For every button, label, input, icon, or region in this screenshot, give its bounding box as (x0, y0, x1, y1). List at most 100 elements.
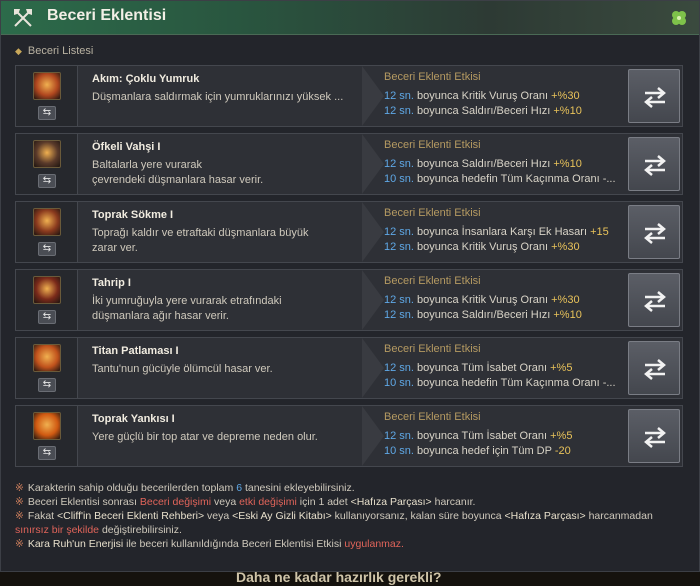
fist-flurry-icon (33, 72, 61, 100)
skill-description: Toprağı kaldır ve etraftaki düşmanlara b… (92, 227, 309, 254)
skill-icon-slot[interactable]: ⇆ (16, 338, 78, 398)
effect-duration: 12 sn. (384, 241, 414, 253)
skill-icon-slot[interactable]: ⇆ (16, 202, 78, 262)
skill-row[interactable]: ⇆ Toprak Sökme I Toprağı kaldır ve etrafta… (15, 201, 683, 263)
effect-text: boyunca Kritik Vuruş Oranı (413, 241, 552, 253)
effect-value: +15 (590, 226, 609, 238)
skill-description: İki yumruğuyla yere vurarak etrafındaki … (92, 295, 282, 322)
skill-name: Toprak Sökme I (92, 209, 174, 221)
note-segment: uygulanmaz. (344, 538, 404, 550)
effect-text: boyunca hedefin Tüm Kaçınma Oranı -... (413, 173, 616, 185)
swap-small-icon[interactable]: ⇆ (38, 446, 56, 460)
swap-skill-button[interactable] (628, 69, 680, 123)
skill-name: Akım: Çoklu Yumruk (92, 73, 200, 85)
skill-row[interactable]: ⇆ Titan Patlaması I Tantu'nun gücüyle ölüm… (15, 337, 683, 399)
chevron-right-icon (362, 406, 384, 466)
swap-arrows-icon (644, 223, 666, 244)
effect-header: Beceri Eklenti Etkisi (384, 207, 481, 219)
background-dialogue-text: Daha ne kadar hazırlık gerekli? (236, 572, 442, 585)
effect-line: 12 sn. boyunca Saldırı/Beceri Hızı +%10 (384, 105, 582, 117)
effect-duration: 12 sn. (384, 309, 414, 321)
effect-line: 12 sn. boyunca Tüm İsabet Oranı +%5 (384, 362, 572, 374)
note-segment: <Hafıza Parçası> (504, 510, 586, 522)
effect-line: 12 sn. boyunca Kritik Vuruş Oranı +%30 (384, 241, 580, 253)
skill-name: Öfkeli Vahşi I (92, 141, 161, 153)
note-segment: Fakat (27, 510, 57, 522)
earth-rip-icon (33, 208, 61, 236)
effect-value: +%10 (553, 309, 582, 321)
effect-line: 12 sn. boyunca İnsanlara Karşı Ek Hasarı… (384, 226, 609, 238)
skill-icon-slot[interactable]: ⇆ (16, 66, 78, 126)
note-segment: kullanıyorsanız, kalan süre boyunca (331, 510, 505, 522)
effect-text: boyunca Saldırı/Beceri Hızı (413, 105, 554, 117)
effect-text: boyunca Kritik Vuruş Oranı (413, 90, 552, 102)
note-segment: Beceri Eklentisi sonrası (27, 496, 140, 508)
effect-text: boyunca Saldırı/Beceri Hızı (413, 309, 554, 321)
effect-value: +%10 (553, 105, 582, 117)
swap-skill-button[interactable] (628, 409, 680, 463)
swap-skill-button[interactable] (628, 273, 680, 327)
note-segment: veya (204, 510, 233, 522)
swap-arrows-icon (644, 155, 666, 176)
double-fist-icon (33, 276, 61, 304)
effect-value: +%30 (551, 294, 580, 306)
note-segment: veya (211, 496, 240, 508)
effect-duration: 12 sn. (384, 90, 414, 102)
effect-duration: 12 sn. (384, 226, 414, 238)
skill-row[interactable]: ⇆ Akım: Çoklu Yumruk Düşmanlara saldırmak … (15, 65, 683, 127)
title-bar[interactable]: Beceri Eklentisi (1, 1, 699, 35)
note-segment: harcanır. (431, 496, 476, 508)
effect-header: Beceri Eklenti Etkisi (384, 139, 481, 151)
effect-header: Beceri Eklenti Etkisi (384, 411, 481, 423)
skill-name: Toprak Yankısı I (92, 413, 175, 425)
effect-text: boyunca İnsanlara Karşı Ek Hasarı (413, 226, 591, 238)
effect-line: 10 sn. boyunca hedefin Tüm Kaçınma Oranı… (384, 173, 616, 185)
skill-name: Tahrip I (92, 277, 131, 289)
effect-duration: 12 sn. (384, 158, 414, 170)
skill-row[interactable]: ⇆ Tahrip I İki yumruğuyla yere vurarak etr… (15, 269, 683, 331)
effect-duration: 12 sn. (384, 362, 414, 374)
note-line: sınırsız bir şekilde değiştirebilirsiniz… (15, 523, 695, 537)
swap-skill-button[interactable] (628, 205, 680, 259)
swap-small-icon[interactable]: ⇆ (38, 310, 56, 324)
effect-value: +%5 (550, 430, 573, 442)
info-notes: ※ Karakterin sahip olduğu becerilerden to… (15, 481, 695, 565)
effect-duration: 10 sn. (384, 445, 414, 457)
effect-header: Beceri Eklenti Etkisi (384, 275, 481, 287)
skill-row[interactable]: ⇆ Toprak Yankısı I Yere güçlü bir top atar… (15, 405, 683, 467)
chevron-right-icon (362, 66, 384, 126)
section-title: Beceri Listesi (27, 45, 94, 57)
swap-small-icon[interactable]: ⇆ (38, 242, 56, 256)
swap-small-icon[interactable]: ⇆ (38, 378, 56, 392)
chevron-right-icon (362, 134, 384, 194)
skill-row[interactable]: ⇆ Öfkeli Vahşi I Baltalarla yere vurarak ç… (15, 133, 683, 195)
effect-header: Beceri Eklenti Etkisi (384, 343, 481, 355)
skill-icon-slot[interactable]: ⇆ (16, 406, 78, 466)
note-segment: tanesini ekleyebilirsiniz. (242, 482, 355, 494)
note-line: ※ Fakat <Cliff'in Beceri Eklenti Rehberi>… (15, 509, 695, 523)
swap-skill-button[interactable] (628, 137, 680, 191)
skill-icon-slot[interactable]: ⇆ (16, 134, 78, 194)
effect-duration: 10 sn. (384, 377, 414, 389)
note-marker-icon: ※ (15, 482, 24, 494)
effect-text: boyunca Tüm İsabet Oranı (413, 362, 551, 374)
effect-text: boyunca Kritik Vuruş Oranı (413, 294, 552, 306)
swap-skill-button[interactable] (628, 341, 680, 395)
section-header: ◆ Beceri Listesi (15, 45, 93, 57)
clover-icon[interactable] (669, 8, 689, 28)
swap-small-icon[interactable]: ⇆ (38, 174, 56, 188)
note-segment: <Eski Ay Gizli Kitabı> (232, 510, 332, 522)
note-segment: için 1 adet (296, 496, 351, 508)
skill-icon-slot[interactable]: ⇆ (16, 270, 78, 330)
swap-small-icon[interactable]: ⇆ (38, 106, 56, 120)
skill-description: Yere güçlü bir top atar ve depreme neden… (92, 431, 318, 443)
effect-value: +%30 (551, 241, 580, 253)
chevron-right-icon (362, 202, 384, 262)
note-segment: <Hafıza Parçası> (350, 496, 432, 508)
effect-line: 12 sn. boyunca Kritik Vuruş Oranı +%30 (384, 90, 580, 102)
effect-header: Beceri Eklenti Etkisi (384, 71, 481, 83)
effect-value: +%10 (553, 158, 582, 170)
effect-duration: 12 sn. (384, 430, 414, 442)
effect-line: 12 sn. boyunca Saldırı/Beceri Hızı +%10 (384, 158, 582, 170)
swap-arrows-icon (644, 291, 666, 312)
